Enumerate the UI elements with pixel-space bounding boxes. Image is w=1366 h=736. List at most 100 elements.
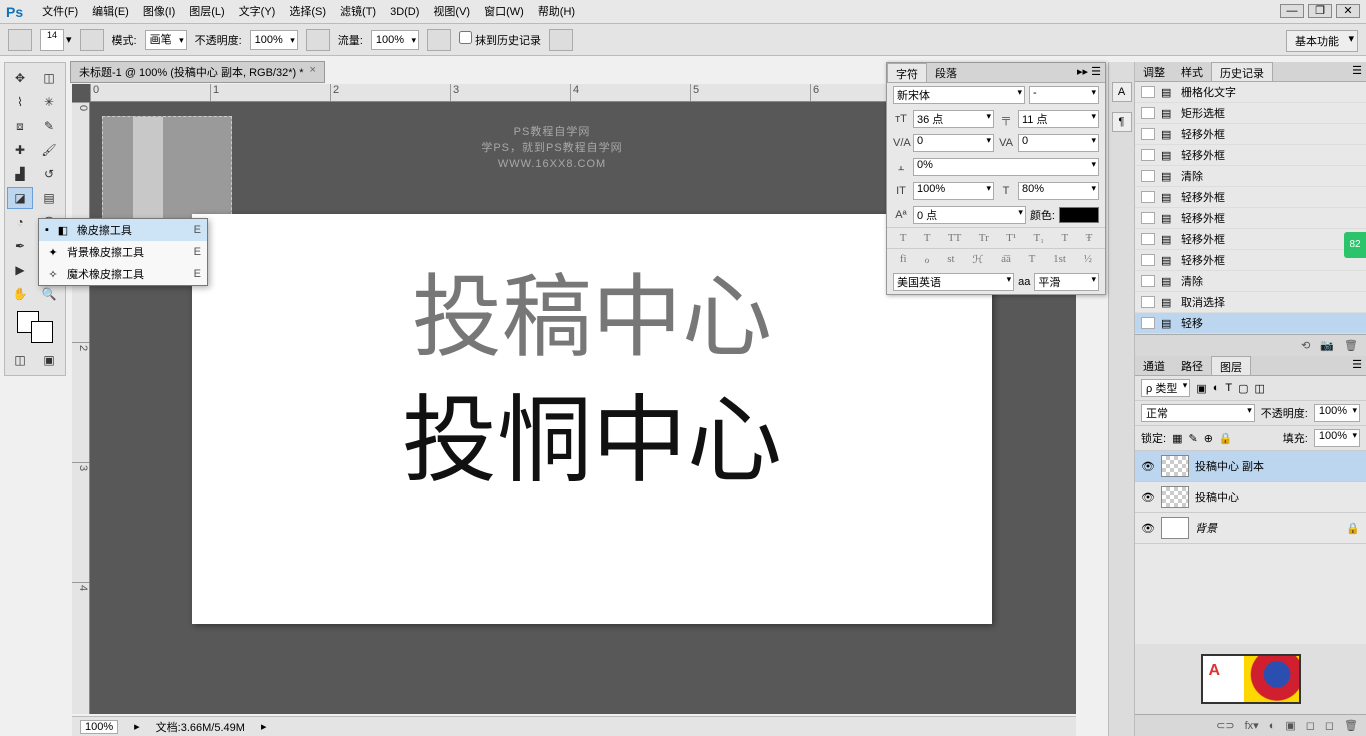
ordinals-button[interactable]: 1st <box>1053 253 1066 266</box>
lig-button[interactable]: fi <box>900 253 907 266</box>
new-layer-icon[interactable]: ◻ <box>1325 719 1334 732</box>
erase-history-checkbox[interactable]: 抹到历史记录 <box>459 31 541 48</box>
opacity-input[interactable]: 100% <box>250 30 298 50</box>
workspace-preset[interactable]: 基本功能 <box>1286 30 1358 52</box>
filter-shape-icon[interactable]: ▢ <box>1238 382 1248 395</box>
menu-view[interactable]: 视图(V) <box>426 0 477 24</box>
filter-pixel-icon[interactable]: ▣ <box>1196 382 1206 395</box>
language[interactable]: 美国英语 <box>893 273 1014 291</box>
flow-input[interactable]: 100% <box>371 30 419 50</box>
layers-menu-icon[interactable]: ☰ <box>1348 356 1366 375</box>
blur-tool[interactable]: ◔ <box>7 211 33 233</box>
lock-all-icon[interactable]: 🔒 <box>1219 432 1233 445</box>
history-item[interactable]: ▤轻移外框 <box>1135 145 1366 166</box>
history-item[interactable]: ▤轻移外框 <box>1135 250 1366 271</box>
tab-channels[interactable]: 通道 <box>1135 356 1173 375</box>
underline-button[interactable]: T <box>1061 232 1068 244</box>
italic-button[interactable]: T <box>924 232 931 244</box>
menu-help[interactable]: 帮助(H) <box>531 0 582 24</box>
healing-tool[interactable]: ✚ <box>7 139 33 161</box>
brush-panel-toggle-icon[interactable] <box>80 29 104 51</box>
lock-trans-icon[interactable]: ▦ <box>1172 432 1182 445</box>
move-tool[interactable]: ✥ <box>7 67 33 89</box>
layer-filter-kind[interactable]: ρ 类型 <box>1141 379 1190 397</box>
tab-adjustments[interactable]: 调整 <box>1135 62 1173 81</box>
brush-tool[interactable]: 🖌 <box>36 139 62 161</box>
tab-paragraph[interactable]: 段落 <box>927 63 965 82</box>
close-tab-icon[interactable]: × <box>310 64 316 80</box>
menu-3d[interactable]: 3D(D) <box>383 0 426 24</box>
zoom-tool[interactable]: 🔍 <box>36 283 62 305</box>
magic-wand-tool[interactable]: ✳ <box>36 91 62 113</box>
sub-button[interactable]: T₁ <box>1034 232 1045 244</box>
tab-layers[interactable]: 图层 <box>1211 356 1251 375</box>
lock-pos-icon[interactable]: ⊕ <box>1204 432 1213 445</box>
adjustment-icon[interactable]: ▣ <box>1285 719 1295 732</box>
smallcaps-button[interactable]: Tr <box>979 232 989 244</box>
flyout-bg-eraser[interactable]: ✦背景橡皮擦工具E <box>39 241 207 263</box>
layer-opacity[interactable]: 100% <box>1314 404 1360 422</box>
vscale[interactable]: 0% <box>913 158 1099 176</box>
eraser-tool[interactable]: ◪ <box>7 187 33 209</box>
para-icon[interactable]: ¶ <box>1112 112 1132 132</box>
tab-character[interactable]: 字符 <box>887 63 927 82</box>
char-icon[interactable]: A <box>1112 82 1132 102</box>
font-size[interactable]: 36 点 <box>913 110 994 128</box>
history-item[interactable]: ▤轻移外框 <box>1135 208 1366 229</box>
lasso-tool[interactable]: ⌇ <box>7 91 33 113</box>
menu-select[interactable]: 选择(S) <box>282 0 333 24</box>
flyout-magic-eraser[interactable]: ✧魔术橡皮擦工具E <box>39 263 207 285</box>
gradient-tool[interactable]: ▤ <box>36 187 62 209</box>
tab-styles[interactable]: 样式 <box>1173 62 1211 81</box>
maximize-button[interactable]: ❐ <box>1308 4 1332 18</box>
font-style[interactable]: - <box>1029 86 1099 104</box>
link-layers-icon[interactable]: ⊂⊃ <box>1216 719 1234 732</box>
history-item[interactable]: ▤取消选择 <box>1135 292 1366 313</box>
fx-icon[interactable]: fx▾ <box>1245 719 1259 732</box>
history-brush-tool[interactable]: ↺ <box>36 163 62 185</box>
menu-filter[interactable]: 滤镜(T) <box>333 0 383 24</box>
history-item[interactable]: ▤矩形选框 <box>1135 103 1366 124</box>
assist-badge[interactable]: 82 <box>1344 232 1366 258</box>
history-item[interactable]: ▤轻移外框 <box>1135 124 1366 145</box>
airbrush-icon[interactable] <box>427 29 451 51</box>
wscale[interactable]: 80% <box>1018 182 1099 200</box>
blend-mode[interactable]: 正常 <box>1141 404 1255 422</box>
filter-adjust-icon[interactable]: ◐ <box>1213 382 1220 394</box>
history-item[interactable]: ▤轻移 <box>1135 313 1366 334</box>
tool-preset-icon[interactable] <box>8 29 32 51</box>
layer-item[interactable]: 👁投稿中心 副本 <box>1135 451 1366 482</box>
history-snapshot-icon[interactable]: 📷 <box>1320 339 1334 352</box>
bold-button[interactable]: T <box>900 232 907 244</box>
super-button[interactable]: T¹ <box>1006 232 1016 244</box>
history-item[interactable]: ▤清除 <box>1135 271 1366 292</box>
history-item[interactable]: ▤轻移外框 <box>1135 229 1366 250</box>
tab-history[interactable]: 历史记录 <box>1211 62 1273 81</box>
group-icon[interactable]: ◻ <box>1306 719 1315 732</box>
crop-tool[interactable]: ⧈ <box>7 115 33 137</box>
alt-button[interactable]: ℴ <box>924 253 929 266</box>
minimize-button[interactable]: — <box>1280 4 1304 18</box>
titling-button[interactable]: T <box>1029 253 1036 266</box>
screenmode-icon[interactable]: ▣ <box>36 349 62 371</box>
close-button[interactable]: ✕ <box>1336 4 1360 18</box>
delete-layer-icon[interactable]: 🗑 <box>1344 719 1358 732</box>
menu-image[interactable]: 图像(I) <box>136 0 182 24</box>
mode-select[interactable]: 画笔 <box>145 30 187 50</box>
filter-smart-icon[interactable]: ◫ <box>1255 382 1265 395</box>
tracking[interactable]: 0 <box>1018 134 1099 152</box>
hand-tool[interactable]: ✋ <box>7 283 33 305</box>
document-tab[interactable]: 未标题-1 @ 100% (投稿中心 副本, RGB/32*) * × <box>70 61 325 83</box>
artboard[interactable]: 投稿中心 投恫中心 <box>192 214 992 624</box>
lock-paint-icon[interactable]: ✎ <box>1188 432 1197 445</box>
tab-paths[interactable]: 路径 <box>1173 356 1211 375</box>
baseline[interactable]: 0 点 <box>913 206 1026 224</box>
antialias[interactable]: 平滑 <box>1034 273 1099 291</box>
history-item[interactable]: ▤栅格化文字 <box>1135 82 1366 103</box>
layer-fill[interactable]: 100% <box>1314 429 1360 447</box>
pressure-size-icon[interactable] <box>549 29 573 51</box>
color-swatches[interactable] <box>17 311 53 343</box>
mask-icon[interactable]: ◐ <box>1269 720 1276 732</box>
fractions-button[interactable]: ½ <box>1084 253 1092 266</box>
leading[interactable]: 11 点 <box>1018 110 1099 128</box>
